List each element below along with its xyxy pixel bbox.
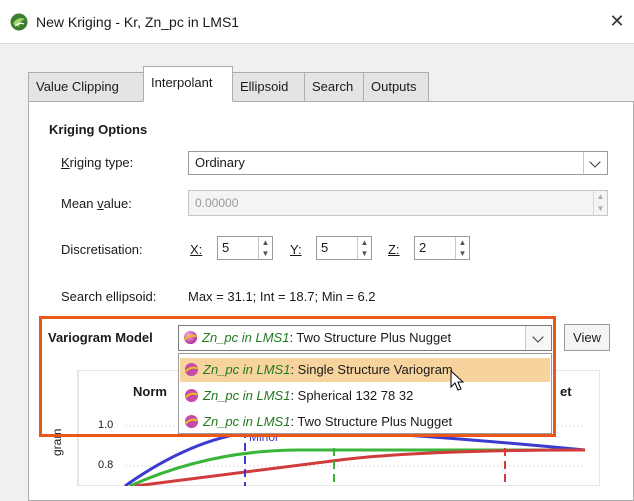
chevron-down-icon[interactable]	[525, 326, 551, 350]
x-value: 5	[222, 240, 230, 255]
option-source: Zn_pc in LMS1	[203, 388, 291, 403]
variogram-ball-icon	[184, 362, 199, 377]
dropdown-option[interactable]: Zn_pc in LMS1: Spherical 132 78 32	[180, 384, 550, 408]
search-ellipsoid-label: Search ellipsoid:	[61, 289, 157, 304]
mean-value-text: 0.00000	[195, 196, 239, 210]
variogram-ball-icon	[184, 388, 199, 403]
search-ellipsoid-value: Max = 31.1; Int = 18.7; Min = 6.2	[188, 289, 376, 304]
spin-arrows-icon[interactable]: ▲ ▼	[455, 237, 469, 259]
variogram-ball-icon	[184, 414, 199, 429]
option-name: : Single Structure Variogram	[290, 362, 453, 377]
dropdown-option[interactable]: Zn_pc in LMS1: Single Structure Variogra…	[180, 358, 550, 382]
kriging-type-label: Kriging type:	[61, 155, 134, 170]
variogram-model-select[interactable]: Zn_pc in LMS1: Two Structure Plus Nugget	[178, 325, 552, 351]
view-button[interactable]: View	[564, 324, 610, 351]
kriging-type-value: Ordinary	[195, 155, 245, 170]
discretisation-y-input[interactable]: 5 ▲ ▼	[316, 236, 372, 260]
y-axis-label-fragment: gram	[50, 428, 64, 456]
y-tick-label: 1.0	[98, 419, 114, 431]
z-value: 2	[419, 240, 427, 255]
y-tick-label: 0.8	[98, 459, 114, 471]
tab-outputs[interactable]: Outputs	[363, 72, 429, 102]
tab-value-clipping[interactable]: Value Clipping	[28, 72, 144, 102]
discretisation-x-input[interactable]: 5 ▲ ▼	[217, 236, 273, 260]
mean-value-input[interactable]: 0.00000 ▲ ▼	[188, 190, 608, 216]
option-name: : Spherical 132 78 32	[290, 388, 414, 403]
close-icon[interactable]: ✕	[606, 10, 628, 32]
spin-arrows-icon[interactable]: ▲ ▼	[357, 237, 371, 259]
variogram-model-dropdown: Zn_pc in LMS1: Single Structure Variogra…	[178, 353, 552, 434]
section-title-kriging-options: Kriging Options	[49, 122, 148, 137]
tab-search[interactable]: Search	[304, 72, 364, 102]
option-name: : Two Structure Plus Nugget	[290, 414, 453, 429]
chart-title-fragment-left: Norm	[133, 384, 167, 399]
variogram-ball-icon	[183, 330, 198, 345]
tab-ellipsoid[interactable]: Ellipsoid	[232, 72, 305, 102]
kriging-type-select[interactable]: Ordinary	[188, 151, 608, 175]
selected-source: Zn_pc in LMS1	[202, 330, 290, 345]
option-source: Zn_pc in LMS1	[203, 362, 291, 377]
spin-arrows-icon[interactable]: ▲ ▼	[258, 237, 272, 259]
window-title: New Kriging - Kr, Zn_pc in LMS1	[36, 14, 240, 30]
spin-arrows-icon: ▲ ▼	[593, 191, 607, 215]
app-icon	[10, 13, 28, 31]
x-label: X:	[190, 242, 203, 257]
chart-title-fragment-right: et	[560, 384, 572, 399]
y-label: Y:	[290, 242, 302, 257]
tab-interpolant[interactable]: Interpolant	[143, 66, 233, 102]
chevron-down-icon[interactable]	[583, 152, 607, 174]
discretisation-label: Discretisation:	[61, 242, 143, 257]
mean-value-label: Mean value:	[61, 196, 132, 211]
dropdown-option[interactable]: Zn_pc in LMS1: Two Structure Plus Nugget	[180, 410, 550, 434]
z-label: Z:	[388, 242, 400, 257]
variogram-model-label: Variogram Model	[48, 330, 153, 345]
mouse-cursor-icon	[450, 370, 465, 391]
y-value: 5	[321, 240, 329, 255]
option-source: Zn_pc in LMS1	[203, 414, 291, 429]
title-bar: New Kriging - Kr, Zn_pc in LMS1 ✕	[0, 0, 634, 44]
discretisation-z-input[interactable]: 2 ▲ ▼	[414, 236, 470, 260]
selected-name: : Two Structure Plus Nugget	[289, 330, 452, 345]
